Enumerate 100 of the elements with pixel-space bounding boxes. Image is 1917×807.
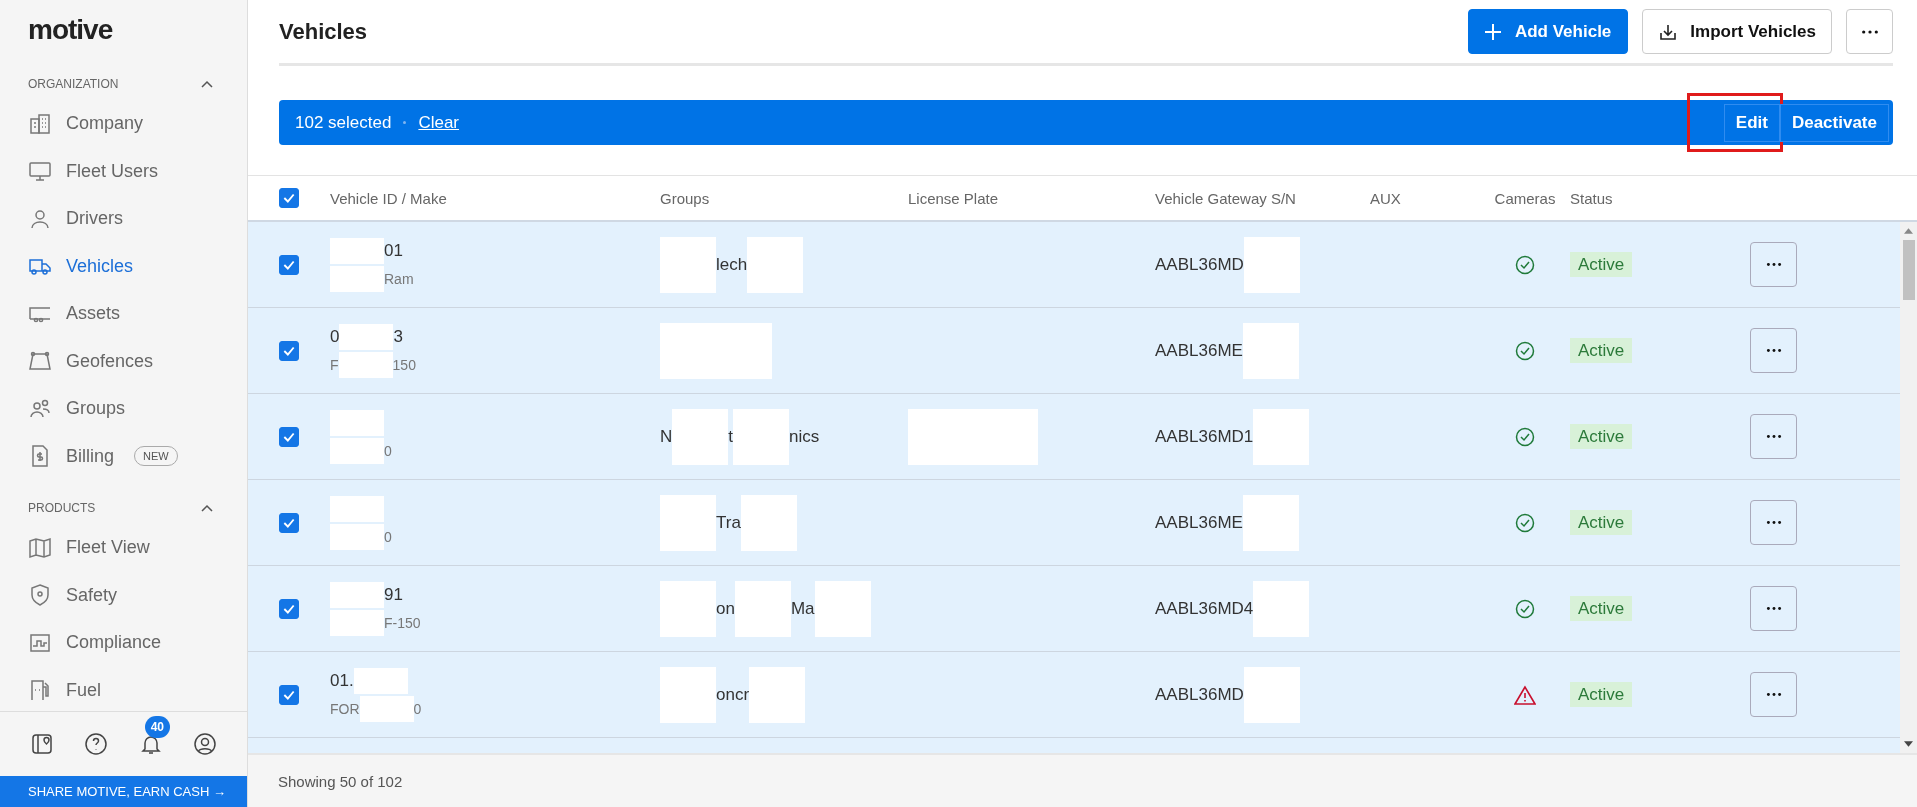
help-icon[interactable] xyxy=(84,732,109,756)
select-all-checkbox[interactable] xyxy=(279,188,299,208)
ellipsis-icon xyxy=(1765,434,1782,439)
redaction-block xyxy=(330,237,384,264)
redaction-block xyxy=(330,581,384,608)
logo[interactable]: motive xyxy=(0,0,113,50)
clear-link[interactable]: Clear xyxy=(418,112,460,133)
row-checkbox[interactable] xyxy=(279,340,299,361)
row-checkbox[interactable] xyxy=(279,598,299,619)
row-checkbox[interactable] xyxy=(279,684,299,705)
nav-item[interactable]: Drivers xyxy=(0,195,247,243)
gateway-serial-text: AABL36MD xyxy=(1155,254,1244,275)
vehicle-id-text: 01 xyxy=(384,240,403,261)
vehicle-id-text: 01. xyxy=(330,670,354,691)
promo-banner[interactable]: SHARE MOTIVE, EARN CASH → xyxy=(0,776,247,807)
column-header: Vehicle ID / Make xyxy=(330,189,448,207)
redaction-block xyxy=(740,494,797,551)
nav-item[interactable]: Billing NEW xyxy=(0,432,247,480)
nav-item[interactable]: Company xyxy=(0,100,247,148)
vehicle-make-text: Ram xyxy=(384,270,414,287)
nav-item[interactable]: Groups xyxy=(0,385,247,433)
redaction-block xyxy=(330,609,384,636)
section-title: PRODUCTS xyxy=(28,501,96,515)
column-header: Groups xyxy=(660,189,711,207)
nav-item[interactable]: Geofences xyxy=(0,337,247,385)
status-badge: Active xyxy=(1570,681,1633,707)
ellipsis-icon xyxy=(1765,348,1782,353)
nav-item[interactable]: Fuel xyxy=(0,666,247,711)
redaction-block xyxy=(1253,580,1310,637)
scrollbar[interactable] xyxy=(1900,222,1917,753)
gateway-serial-text: AABL36ME xyxy=(1155,340,1243,361)
redaction-block xyxy=(660,322,716,379)
vehicle-id-text: 0 xyxy=(330,326,340,347)
status-badge: Active xyxy=(1570,337,1633,363)
group-text: on xyxy=(716,598,735,619)
redaction-block xyxy=(716,322,772,379)
column-header: AUX xyxy=(1370,189,1402,207)
nav-item[interactable]: Assets xyxy=(0,290,247,338)
redaction-block xyxy=(330,409,384,436)
redaction-block xyxy=(1243,666,1300,723)
redaction-block xyxy=(734,580,791,637)
row-checkbox[interactable] xyxy=(279,512,299,533)
column-header: Status xyxy=(1570,189,1614,207)
redaction-block xyxy=(330,523,384,550)
group-text: nics xyxy=(789,426,820,447)
vehicle-id-text: 91 xyxy=(384,584,403,605)
group-text: oncr xyxy=(716,684,750,705)
gateway-serial-text: AABL36MD4 xyxy=(1155,598,1254,619)
scroll-down-icon[interactable] xyxy=(1904,741,1913,747)
scroll-thumb[interactable] xyxy=(1902,240,1915,300)
redaction-block xyxy=(672,408,729,465)
add-vehicle-button[interactable]: Add Vehicle xyxy=(1467,9,1629,54)
ellipsis-icon xyxy=(1765,606,1782,611)
map-pin-icon[interactable] xyxy=(30,732,54,756)
redaction-block xyxy=(660,580,716,637)
nav-item[interactable]: Compliance xyxy=(0,619,247,667)
building-icon xyxy=(28,111,52,136)
status-badge: Active xyxy=(1570,423,1633,449)
redaction-block xyxy=(1242,494,1299,551)
bulk-action-button[interactable]: Edit xyxy=(1723,103,1780,142)
fuel-icon xyxy=(28,678,52,703)
redaction-block xyxy=(359,695,414,722)
chevron-icon[interactable] xyxy=(201,504,213,512)
notification-badge: 40 xyxy=(144,716,170,738)
vehicle-make-text: F-150 xyxy=(384,614,421,631)
redaction-block xyxy=(660,236,716,293)
nav-item[interactable]: Fleet Users xyxy=(0,147,247,195)
redaction-block xyxy=(733,408,789,465)
redaction-block xyxy=(660,666,716,723)
chevron-icon[interactable] xyxy=(201,80,213,88)
nav-item[interactable]: Fleet View xyxy=(0,524,247,572)
account-icon[interactable] xyxy=(193,732,217,756)
row-checkbox[interactable] xyxy=(279,254,299,275)
vehicle-id-text: 3 xyxy=(393,326,403,347)
group-text: Ma xyxy=(790,598,815,619)
vehicle-make-text: 150 xyxy=(392,356,416,373)
scroll-up-icon[interactable] xyxy=(1904,228,1913,234)
redaction-block xyxy=(330,437,384,464)
group-text: t xyxy=(728,426,733,447)
redaction-block xyxy=(339,323,394,350)
redaction-block xyxy=(1253,408,1310,465)
status-badge: Active xyxy=(1570,595,1633,621)
ellipsis-icon xyxy=(1765,692,1782,697)
import-vehicles-button[interactable]: Import Vehicles xyxy=(1642,9,1832,54)
redaction-block xyxy=(660,494,716,551)
group-text: Tra xyxy=(716,512,741,533)
status-badge: Active xyxy=(1570,509,1633,535)
gateway-serial-text: AABL36ME xyxy=(1155,512,1243,533)
selected-count: 102 selected xyxy=(295,112,392,133)
redaction-block xyxy=(1243,236,1300,293)
redaction-block xyxy=(814,580,871,637)
redaction-block xyxy=(330,265,384,292)
gateway-serial-text: AABL36MD1 xyxy=(1155,426,1254,447)
column-header: Cameras xyxy=(1494,189,1556,207)
nav-item[interactable]: Safety xyxy=(0,571,247,619)
ellipsis-icon xyxy=(1765,262,1782,267)
bulk-action-button[interactable]: Deactivate xyxy=(1779,103,1889,142)
nav-item[interactable]: Vehicles xyxy=(0,242,247,290)
group-text: N xyxy=(660,426,673,447)
row-checkbox[interactable] xyxy=(279,426,299,447)
